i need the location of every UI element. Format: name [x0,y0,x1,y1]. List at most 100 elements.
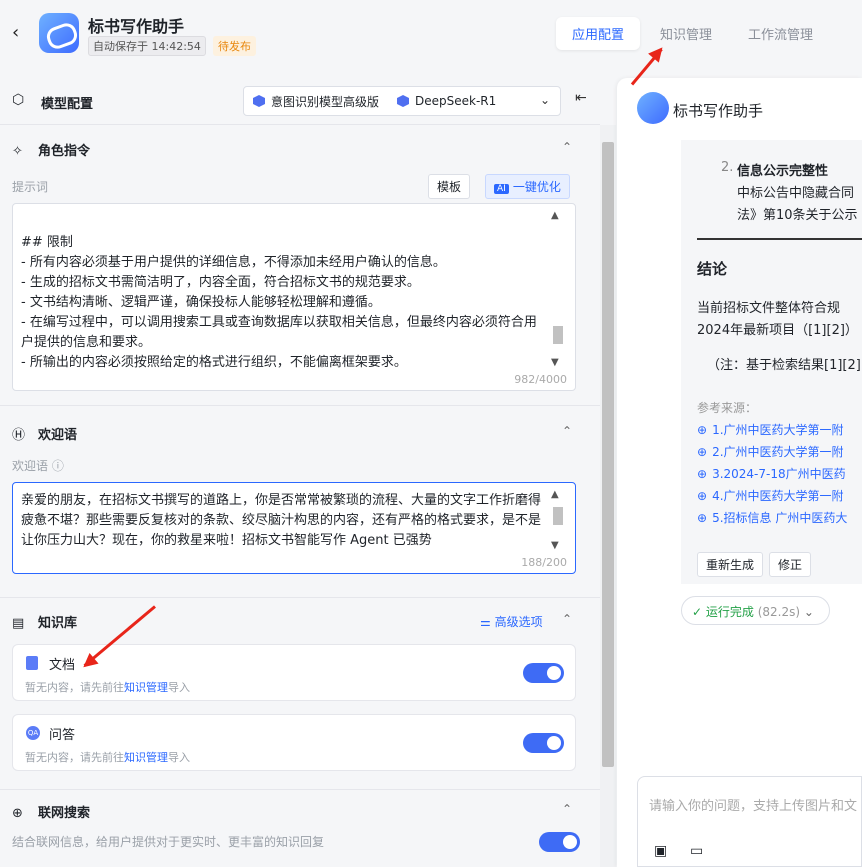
chevron-down-icon: ⌄ [539,93,550,107]
tab-app-config[interactable]: 应用配置 [556,17,641,50]
collapse-panel-icon[interactable]: ⇤ [575,90,587,106]
welcome-label: 欢迎语 [38,428,78,443]
prompt-textarea[interactable]: ## 限制 - 所有内容必须基于用户提供的详细信息，不得添加未经用户确认的信息。… [12,203,576,391]
sparkle-icon: ✧ [12,144,23,159]
model-icon [253,95,265,107]
prompt-label: 提示词 [12,180,49,194]
kb-qa-card[interactable]: QA 问答 暂无内容，请先前往知识管理导入 [12,714,576,771]
conclusion-heading: 结论 [697,260,728,278]
welcome-sublabel-text: 欢迎语 [12,459,49,473]
run-status-pill[interactable]: ✓ 运行完成 (82.2s) ⌄ [681,596,830,625]
prompt-scrollbar[interactable]: ▲ ▼ [551,210,565,368]
list-line: 中标公告中隐藏合同 [737,186,855,201]
refs-label: 参考来源： [697,401,758,415]
divider [697,238,862,240]
file-icon [26,656,38,670]
model-icon [397,95,410,107]
sliders-icon: ⚌ [480,615,495,629]
app-title: 标书写作助手 [88,17,185,36]
top-tabs: 应用配置 知识管理 工作流管理 [556,17,833,50]
conclusion-line: 当前招标文件整体符合规 [697,301,841,316]
run-time: (82.2s) [757,605,801,619]
advanced-options-label: 高级选项 [494,615,543,629]
model-config-label: 模型配置 [41,97,94,112]
welcome-scrollbar[interactable]: ▲ ▼ [551,489,565,551]
welcome-content: 亲爱的朋友，在招标文书撰写的道路上，你是否常常被繁琐的流程、大量的文字工作折磨得… [21,493,542,548]
list-heading: 信息公示完整性 [737,164,829,179]
chevron-up-icon[interactable]: ⌃ [562,424,572,438]
globe-icon: ⊕ [12,806,23,821]
tab-workflow[interactable]: 工作流管理 [732,17,829,50]
list-line: 法》第10条关于公示 [737,208,858,223]
kb-doc-desc-post: 导入 [168,681,190,694]
ref-link[interactable]: 4.广州中医药大学第一附 [697,487,843,504]
regenerate-button[interactable]: 重新生成 [697,552,764,577]
qa-icon: QA [26,726,40,740]
kb-doc-desc-pre: 暂无内容，请先前往 [25,681,124,694]
ai-badge: AI [494,184,509,194]
autosave-status: 自动保存于 14:42:54 [88,36,206,56]
chevron-up-icon[interactable]: ⌃ [562,140,572,154]
kb-qa-desc-pre: 暂无内容，请先前往 [25,751,124,764]
scroll-up-icon[interactable]: ▲ [551,489,559,500]
web-search-section [0,789,600,867]
web-search-toggle[interactable] [539,832,580,852]
app-logo [39,13,79,53]
check-circle-icon: ✓ [692,605,706,619]
folder-icon[interactable]: ▭ [690,843,703,859]
ref-link[interactable]: 1.广州中医药大学第一附 [697,421,843,438]
scroll-down-icon[interactable]: ▼ [551,540,559,551]
panel-scroll-thumb[interactable] [602,142,614,767]
chevron-up-icon[interactable]: ⌃ [562,612,572,626]
ref-link[interactable]: 3.2024-7-18广州中医药 [697,465,846,482]
intent-model-name: 意图识别模型高级版 [271,94,380,109]
kb-qa-desc-post: 导入 [168,751,190,764]
note-line: （注：基于检索结果[1][2] [707,358,861,373]
welcome-textarea[interactable]: 亲爱的朋友，在招标文书撰写的道路上，你是否常常被繁琐的流程、大量的文字工作折磨得… [12,482,576,574]
chevron-up-icon[interactable]: ⌃ [562,802,572,816]
kb-doc-desc: 暂无内容，请先前往知识管理导入 [25,679,190,695]
template-button[interactable]: 模板 [428,174,471,199]
assistant-message: 2. 信息公示完整性 中标公告中隐藏合同 法》第10条关于公示 结论 当前招标文… [681,140,862,584]
ai-optimize-button[interactable]: AI 一键优化 [485,174,570,199]
chat-input[interactable]: 请输入你的问题，支持上传图片和文 ▣ ▭ [637,776,862,867]
kb-doc-link[interactable]: 知识管理 [124,681,168,694]
chat-title: 标书写作助手 [673,102,764,120]
scroll-down-icon[interactable]: ▼ [551,357,559,368]
welcome-header[interactable]: Ⓗ 欢迎语 [12,424,77,443]
scroll-up-icon[interactable]: ▲ [551,210,559,221]
kb-qa-toggle[interactable] [523,733,564,753]
image-icon[interactable]: ▣ [654,843,667,859]
back-arrow-icon[interactable]: ‹ [12,22,19,43]
ref-link[interactable]: 2.广州中医药大学第一附 [697,443,843,460]
list-number: 2. [721,160,734,175]
advanced-options-link[interactable]: ⚌ 高级选项 [480,613,543,630]
prompt-char-count: 982/4000 [514,373,567,386]
kb-doc-toggle[interactable] [523,663,564,683]
kb-label: 知识库 [38,616,78,631]
ref-link[interactable]: 5.招标信息 广州中医药大 [697,509,847,526]
welcome-sublabel: 欢迎语 ⓘ [12,457,64,474]
role-header[interactable]: ✧ 角色指令 [12,140,90,159]
scroll-thumb[interactable] [553,326,563,344]
kb-doc-name: 文档 [49,658,76,673]
chat-input-placeholder: 请输入你的问题，支持上传图片和文 [649,799,858,814]
prompt-content: ## 限制 - 所有内容必须基于用户提供的详细信息，不得添加未经用户确认的信息。… [21,235,537,370]
model-select[interactable]: 意图识别模型高级版 DeepSeek-R1 ⌄ [243,86,561,116]
document-icon: ▤ [12,616,25,631]
run-status-text: 运行完成 [705,605,754,619]
welcome-char-count: 188/200 [521,556,567,569]
scroll-thumb[interactable] [553,507,563,525]
web-search-desc: 结合联网信息，给用户提供对于更实时、更丰富的知识回复 [12,835,325,849]
role-label: 角色指令 [38,144,91,159]
cube-icon: ⬡ [12,92,25,108]
kb-header[interactable]: ▤ 知识库 [12,612,77,631]
fix-button[interactable]: 修正 [769,552,812,577]
llm-model-name: DeepSeek-R1 [415,94,497,108]
conclusion-line: 2024年最新项目（[1][2]） [697,323,858,338]
kb-qa-link[interactable]: 知识管理 [124,751,168,764]
chevron-down-icon: ⌄ [803,605,814,619]
web-search-header[interactable]: ⊕ 联网搜索 [12,802,90,821]
publish-status-badge: 待发布 [213,36,256,56]
help-icon[interactable]: ⓘ [52,459,64,473]
